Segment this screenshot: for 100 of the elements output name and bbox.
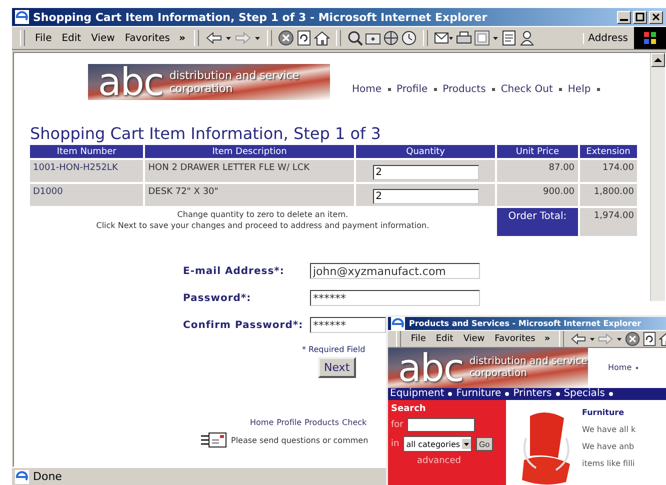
home-icon[interactable] [314, 30, 330, 46]
menu-item[interactable]: View [87, 32, 119, 44]
window-title: Shopping Cart Item Information, Step 1 of 3 - Microsoft Internet Explorer [33, 10, 488, 24]
product-text: items like filli [582, 459, 636, 468]
nav-link[interactable]: Products [442, 84, 486, 95]
column-header: Quantity [356, 145, 496, 158]
more-button[interactable]: » [541, 334, 554, 344]
menu-item[interactable]: File [31, 32, 56, 44]
back-arrow-icon[interactable] [570, 331, 587, 347]
menu-item[interactable]: Edit [58, 32, 86, 44]
minimize-button[interactable] [617, 10, 631, 24]
quantity-field[interactable]: 2 [372, 189, 479, 204]
menu-item[interactable]: Edit [432, 334, 458, 344]
up-arrow-icon [654, 57, 662, 63]
logo-text: distribution and service [169, 69, 300, 82]
nav-link[interactable]: Profile [396, 84, 428, 95]
field-label: for [391, 420, 404, 430]
required-note: * Required Field [302, 345, 366, 354]
back-arrow-icon[interactable] [205, 30, 224, 46]
close-button[interactable] [649, 10, 663, 24]
item-number-link[interactable]: 1001-HON-H252LK [33, 163, 118, 173]
product-heading: Furniture [582, 408, 626, 418]
address-label: Address [583, 32, 632, 44]
search-icon[interactable] [347, 30, 364, 46]
total-label: Order Total: [497, 208, 578, 236]
instruction-text: Change quantity to zero to delete an item. [176, 209, 350, 220]
clock-icon[interactable] [401, 30, 418, 46]
field-label: Password*: [183, 292, 252, 304]
product-text: We have anb [582, 442, 636, 452]
table-cell: 1,800.00 [580, 184, 637, 206]
maximize-button[interactable] [633, 10, 647, 24]
status-text: Done [33, 470, 62, 483]
quantity-field[interactable]: 2 [372, 165, 479, 180]
go-button[interactable]: Go [476, 437, 493, 452]
product-text: We have all k [582, 425, 636, 434]
close-icon [651, 12, 661, 22]
separator-dot [556, 392, 560, 396]
footer-link[interactable]: Profile [276, 418, 302, 427]
footer-link[interactable]: Check [342, 418, 367, 427]
field-label: in [391, 439, 400, 450]
refresh-icon[interactable] [296, 30, 312, 46]
maximize-icon [635, 12, 645, 22]
category-link[interactable]: Printers [513, 388, 552, 400]
field-label: Confirm Password*: [183, 320, 304, 330]
table-cell: DESK 72" X 30" [145, 184, 354, 206]
mail-icon [201, 431, 227, 449]
stop-icon[interactable] [624, 331, 640, 347]
instruction-text: Click Next to save your changes and proceed to address and payment information. [95, 220, 430, 231]
window-icon[interactable] [474, 30, 490, 46]
logo-text: corporation [169, 82, 234, 95]
windows-logo-icon [643, 31, 657, 45]
menu-item[interactable]: Favorites [120, 32, 174, 44]
item-number-link[interactable]: D1000 [33, 187, 63, 197]
category-link[interactable]: Equipment [390, 388, 444, 400]
footer-link[interactable]: Products [304, 418, 340, 427]
contact-note: Please send questions or commen [231, 436, 368, 444]
browser-icon [15, 470, 29, 484]
refresh-icon[interactable] [642, 331, 657, 347]
logo-letters: abc [98, 64, 164, 100]
separator-dot [505, 392, 510, 396]
window-title: Products and Services - Microsoft Internet Explorer [409, 319, 642, 328]
logo-letters: abc [398, 350, 464, 386]
globe-icon[interactable] [383, 30, 400, 46]
document-icon[interactable] [501, 30, 518, 46]
separator-dot [608, 392, 613, 396]
nav-link[interactable]: Home [352, 84, 382, 95]
menu-item[interactable]: File [406, 334, 430, 344]
mail-icon[interactable] [434, 30, 454, 46]
printer-icon[interactable] [456, 30, 472, 46]
table-cell: 87.00 [497, 160, 578, 182]
nav-link[interactable]: Home [608, 363, 632, 372]
menu-item[interactable]: View [459, 334, 489, 344]
next-button[interactable]: Next [318, 357, 356, 378]
search-title: Search [391, 404, 427, 414]
field-label: E-mail Address*: [183, 266, 284, 276]
column-header: Item Number [30, 145, 144, 158]
input-field[interactable]: ****** [310, 290, 480, 306]
table-cell: HON 2 DRAWER LETTER FLE W/ LCK [145, 160, 354, 182]
browser-icon [15, 10, 29, 24]
nav-link[interactable]: Help [568, 84, 591, 95]
nav-link[interactable]: Check Out [500, 84, 553, 95]
footer-link[interactable]: Home [250, 418, 274, 427]
input-field[interactable]: ****** [310, 317, 386, 333]
minimize-icon [619, 18, 629, 22]
input-field[interactable]: john@xyzmanufact.com [310, 263, 480, 279]
category-link[interactable]: Furniture [456, 388, 502, 400]
menu-item[interactable]: Favorites [490, 334, 540, 344]
person-icon[interactable] [519, 30, 536, 46]
table-cell: 900.00 [497, 184, 578, 206]
search-field[interactable] [407, 418, 476, 432]
table-cell: 1,974.00 [580, 208, 637, 236]
category-link[interactable]: Specials [564, 388, 605, 400]
category-dropdown[interactable]: all categories [403, 436, 472, 452]
scroll-up-button[interactable] [651, 53, 665, 67]
separator-dot [448, 392, 452, 396]
column-header: Extension [580, 145, 637, 158]
column-header: Unit Price [497, 145, 578, 158]
stop-icon[interactable] [278, 30, 294, 46]
table-cell: 174.00 [580, 160, 637, 182]
more-button[interactable]: » [176, 32, 188, 44]
